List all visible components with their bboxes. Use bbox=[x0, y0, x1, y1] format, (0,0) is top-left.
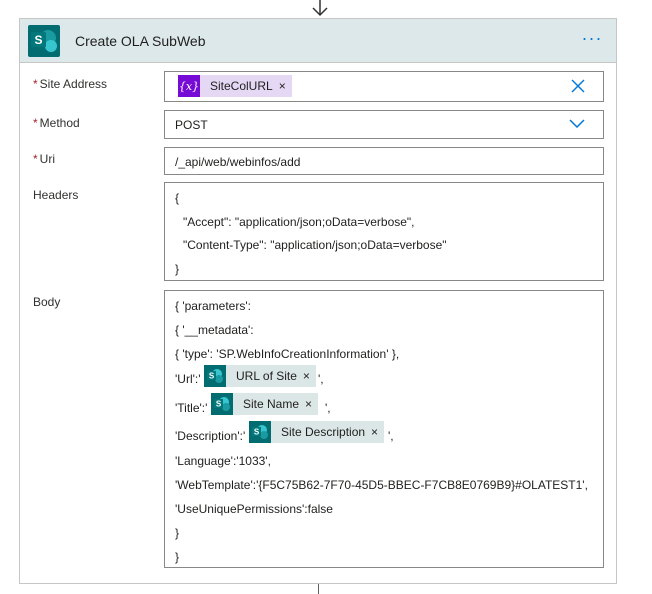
required-marker: * bbox=[33, 77, 38, 91]
token-remove-button[interactable]: × bbox=[305, 397, 318, 411]
token-label: SiteColURL bbox=[210, 79, 273, 93]
headers-line: } bbox=[175, 262, 180, 276]
uri-input[interactable]: /_api/web/webinfos/add bbox=[164, 147, 604, 175]
body-line: 'Title':' bbox=[175, 401, 208, 415]
token-remove-button[interactable]: × bbox=[303, 369, 316, 383]
required-marker: * bbox=[33, 116, 38, 130]
site-description-token[interactable]: S Site Description × bbox=[249, 421, 385, 443]
body-line: { '__metadata': bbox=[175, 323, 254, 337]
sharepoint-icon: S bbox=[211, 393, 233, 415]
body-line: } bbox=[175, 550, 180, 564]
action-card: S Create OLA SubWeb ··· * Site Address {x… bbox=[19, 18, 617, 584]
sharepoint-icon: S bbox=[28, 25, 60, 57]
headers-input[interactable]: { "Accept": "application/json;oData=verb… bbox=[164, 182, 604, 281]
body-input[interactable]: { 'parameters': { '__metadata': { 'type'… bbox=[164, 290, 604, 568]
method-value: POST bbox=[175, 118, 208, 132]
flow-connector bbox=[318, 584, 319, 594]
site-address-label: * Site Address bbox=[33, 77, 108, 91]
method-dropdown[interactable]: POST bbox=[164, 110, 604, 139]
body-line: 'Description':' bbox=[175, 429, 246, 443]
body-line: } bbox=[175, 526, 180, 540]
body-line: ', bbox=[388, 429, 394, 443]
action-card-header[interactable]: S Create OLA SubWeb ··· bbox=[20, 19, 616, 63]
token-label: URL of Site bbox=[236, 369, 297, 383]
body-label: Body bbox=[33, 295, 61, 309]
required-marker: * bbox=[33, 152, 38, 166]
token-remove-button[interactable]: × bbox=[279, 79, 292, 93]
svg-text:S: S bbox=[254, 428, 260, 437]
headers-label: Headers bbox=[33, 188, 79, 202]
body-line: ', bbox=[318, 372, 324, 386]
url-of-site-token[interactable]: S URL of Site × bbox=[204, 365, 316, 387]
variable-icon: {x} bbox=[178, 75, 200, 97]
token-label: Site Description bbox=[281, 425, 366, 439]
svg-text:S: S bbox=[209, 372, 215, 381]
body-line: 'UseUniquePermissions':false bbox=[175, 502, 333, 516]
headers-line: { bbox=[175, 191, 180, 205]
svg-text:S: S bbox=[216, 400, 222, 409]
site-name-token[interactable]: S Site Name × bbox=[211, 393, 319, 415]
more-options-button[interactable]: ··· bbox=[578, 29, 606, 53]
headers-line: "Accept": "application/json;oData=verbos… bbox=[183, 215, 415, 229]
body-line: 'WebTemplate':'{F5C75B62-7F70-45D5-BBEC-… bbox=[175, 478, 588, 492]
body-line: { 'parameters': bbox=[175, 299, 251, 313]
body-line: { 'type': 'SP.WebInfoCreationInformation… bbox=[175, 347, 400, 361]
token-label: Site Name bbox=[243, 397, 300, 411]
chevron-down-icon[interactable] bbox=[569, 119, 585, 129]
svg-text:S: S bbox=[34, 33, 42, 47]
sitecolurl-token[interactable]: {x} SiteColURL × bbox=[178, 75, 292, 97]
sharepoint-icon: S bbox=[249, 421, 271, 443]
sharepoint-icon: S bbox=[204, 365, 226, 387]
svg-text:{x}: {x} bbox=[179, 80, 199, 93]
action-title: Create OLA SubWeb bbox=[75, 33, 206, 49]
headers-line: "Content-Type": "application/json;oData=… bbox=[183, 238, 447, 252]
flow-arrow-down-icon bbox=[312, 0, 328, 17]
uri-label: * Uri bbox=[33, 152, 55, 166]
method-label: * Method bbox=[33, 116, 80, 130]
body-line: 'Url':' bbox=[175, 372, 201, 386]
body-line: ', bbox=[325, 401, 331, 415]
body-line: 'Language':'1033', bbox=[175, 454, 271, 468]
token-remove-button[interactable]: × bbox=[371, 425, 384, 439]
site-address-field[interactable]: {x} SiteColURL × bbox=[164, 71, 604, 102]
uri-value: /_api/web/webinfos/add bbox=[175, 155, 301, 169]
clear-icon[interactable] bbox=[571, 79, 585, 93]
